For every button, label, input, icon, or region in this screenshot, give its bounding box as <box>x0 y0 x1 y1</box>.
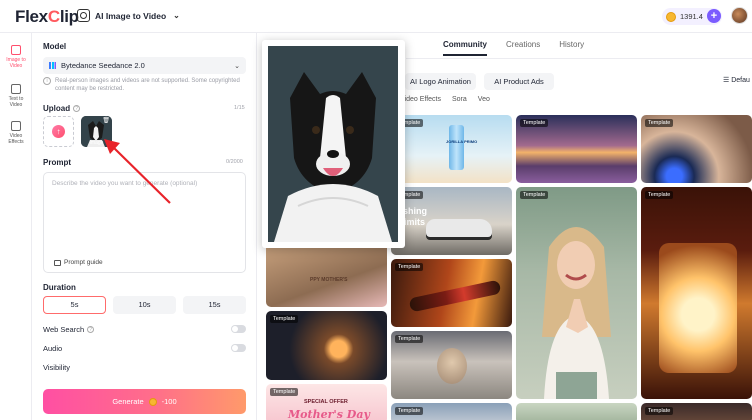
upload-count: 1/15 <box>234 105 245 111</box>
gallery-card[interactable]: Template <box>516 187 637 399</box>
coin-icon <box>666 11 676 22</box>
gallery-card[interactable]: Template <box>641 187 752 399</box>
upload-label: Upload? <box>43 104 81 113</box>
subtab-veo[interactable]: Veo <box>478 96 490 103</box>
tabs-divider <box>406 58 752 59</box>
tab-creations[interactable]: Creations <box>506 40 540 56</box>
model-label: Model <box>43 42 67 51</box>
prompt-count: 0/2000 <box>226 159 243 165</box>
delete-icon[interactable]: 🗑 <box>102 117 110 124</box>
model-note: i Real-person images and videos are not … <box>43 77 246 93</box>
upload-icon: ↑ <box>52 125 65 138</box>
rail-item-video-effects[interactable]: Video Effects <box>2 121 30 145</box>
gallery-card[interactable]: Template <box>266 311 387 380</box>
rail-item-text-to-video[interactable]: Text to Video <box>2 84 30 108</box>
woman-portrait-image <box>542 227 611 399</box>
settings-panel: Model Bytedance Seedance 2.0 ⌄ i Real-pe… <box>33 33 257 420</box>
gallery-card[interactable]: Template <box>391 331 512 399</box>
drink-can-image <box>449 125 464 170</box>
model-logo-icon <box>49 62 56 69</box>
gallery-card[interactable]: Template JORILLA PRIMO <box>391 115 512 183</box>
effects-icon <box>11 121 21 131</box>
help-icon[interactable]: ? <box>73 105 81 112</box>
gallery-card[interactable]: Template SPECIAL OFFER Mother's Day <box>266 384 387 420</box>
car-image <box>426 219 492 237</box>
generate-button[interactable]: Generate -100 <box>43 389 246 414</box>
thumb-caption: Image <box>89 140 104 146</box>
help-icon[interactable]: ? <box>87 326 95 333</box>
model-value: Bytedance Seedance 2.0 <box>61 61 145 70</box>
duration-15s[interactable]: 15s <box>183 296 246 314</box>
add-credits-button[interactable]: + <box>707 9 721 23</box>
text-icon <box>11 84 21 94</box>
gallery-card[interactable]: PPY MOTHER'S <box>266 243 387 307</box>
chip-ai-product-ads[interactable]: AI Product Ads <box>484 73 554 90</box>
gallery-card[interactable]: Template <box>641 403 752 420</box>
prompt-placeholder: Describe the video you want to generate … <box>52 180 198 187</box>
category-subtabs: Video Effects Sora Veo <box>400 96 490 103</box>
top-bar: FlexClip AI Image to Video ⌄ 1391.4 + <box>0 0 752 33</box>
prompt-guide-button[interactable]: Prompt guide <box>54 259 103 266</box>
credits-value: 1391.4 <box>680 12 703 21</box>
prompt-label: Prompt <box>43 158 71 167</box>
glowing-lamp-image <box>659 243 737 373</box>
left-nav-rail: Image to Video Text to Video Video Effec… <box>0 33 32 420</box>
info-icon: i <box>43 77 51 85</box>
web-search-toggle[interactable] <box>231 325 246 333</box>
image-video-icon <box>77 9 90 22</box>
prompt-input[interactable]: Describe the video you want to generate … <box>43 172 246 273</box>
tab-community[interactable]: Community <box>443 40 487 56</box>
gallery-card[interactable]: Template rushing e limits <box>391 187 512 255</box>
audio-toggle[interactable] <box>231 344 246 352</box>
mode-switcher[interactable]: AI Image to Video ⌄ <box>77 9 180 22</box>
subtab-sora[interactable]: Sora <box>452 96 467 103</box>
sort-dropdown[interactable]: ☰ Defau <box>723 76 750 84</box>
bottle-image <box>408 279 502 313</box>
uploaded-image-thumb[interactable]: 🗑 Image <box>81 116 112 147</box>
image-icon <box>11 45 21 55</box>
chip-ai-logo-animation[interactable]: AI Logo Animation <box>405 73 476 90</box>
gallery-card[interactable]: Template <box>516 115 637 183</box>
mode-label: AI Image to Video <box>95 10 167 21</box>
gallery-card[interactable]: Template <box>391 403 512 420</box>
book-icon <box>54 259 61 266</box>
visibility-label: Visibility <box>43 363 70 372</box>
dog-preview-image <box>268 46 398 242</box>
gallery-card[interactable]: Template <box>641 115 752 183</box>
gallery-tabs: Community Creations History <box>443 40 584 56</box>
upload-button[interactable]: ↑ <box>43 116 74 147</box>
avatar[interactable] <box>731 7 748 24</box>
duration-10s[interactable]: 10s <box>113 296 176 314</box>
image-preview-popover <box>262 40 405 248</box>
audio-label: Audio <box>43 344 63 353</box>
duration-label: Duration <box>43 283 76 292</box>
coin-icon <box>148 397 157 406</box>
rail-item-image-to-video[interactable]: Image to Video <box>2 45 30 69</box>
chevron-down-icon: ⌄ <box>234 62 240 70</box>
figure-image <box>437 348 467 384</box>
gallery-card[interactable] <box>516 403 637 420</box>
sort-icon: ☰ <box>723 77 732 84</box>
model-select[interactable]: Bytedance Seedance 2.0 ⌄ <box>43 57 246 74</box>
app-logo[interactable]: FlexClip <box>15 7 79 27</box>
subtab-video-effects[interactable]: Video Effects <box>400 96 441 103</box>
tab-history[interactable]: History <box>559 40 584 56</box>
gallery-card[interactable]: Template <box>391 259 512 327</box>
web-search-label: Web Search? <box>43 325 95 334</box>
chevron-down-icon: ⌄ <box>173 11 180 20</box>
duration-5s[interactable]: 5s <box>43 296 106 314</box>
